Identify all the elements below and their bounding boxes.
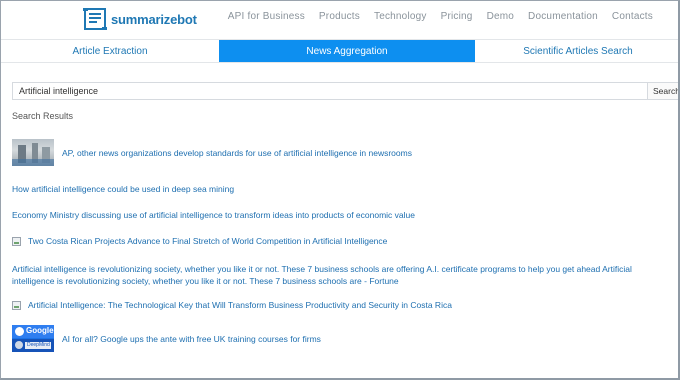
search-button[interactable]: Search [647, 82, 678, 100]
broken-image-icon [12, 236, 21, 246]
nav-pricing[interactable]: Pricing [441, 11, 473, 22]
brand-name: summarizebot [111, 11, 197, 27]
broken-image-icon [12, 300, 21, 310]
tab-article-extraction[interactable]: Article Extraction [1, 40, 219, 62]
result-item: How artificial intelligence could be use… [12, 183, 234, 195]
site-header: summarizebot API for Business Products T… [1, 1, 678, 39]
search-results-heading: Search Results [12, 111, 74, 121]
search-input[interactable] [12, 82, 648, 100]
nav-documentation[interactable]: Documentation [528, 11, 598, 22]
result-link[interactable]: Economy Ministry discussing use of artif… [12, 209, 415, 221]
main-nav: API for Business Products Technology Pri… [214, 11, 653, 22]
result-item: AP, other news organizations develop sta… [12, 139, 412, 166]
nav-contacts[interactable]: Contacts [612, 11, 653, 22]
nav-technology[interactable]: Technology [374, 11, 427, 22]
result-item: Two Costa Rican Projects Advance to Fina… [12, 235, 387, 247]
thumb-deepmind-text: DeepMind [25, 342, 51, 349]
tab-news-aggregation[interactable]: News Aggregation [219, 40, 475, 62]
google-deepmind-icon[interactable]: Google DeepMind [12, 325, 54, 352]
result-link[interactable]: AI for all? Google ups the ante with fre… [62, 333, 321, 345]
nav-api-for-business[interactable]: API for Business [228, 11, 305, 22]
result-item: Economy Ministry discussing use of artif… [12, 209, 415, 221]
demo-tabs: Article Extraction News Aggregation Scie… [1, 39, 678, 63]
result-item: Artificial Intelligence: The Technologic… [12, 299, 452, 311]
result-link[interactable]: How artificial intelligence could be use… [12, 183, 234, 195]
summarizebot-logo-icon [83, 8, 107, 30]
tab-scientific-articles-search[interactable]: Scientific Articles Search [475, 40, 678, 62]
result-link[interactable]: AP, other news organizations develop sta… [62, 147, 412, 159]
nav-products[interactable]: Products [319, 11, 360, 22]
result-link[interactable]: Artificial intelligence is revolutionizi… [12, 263, 672, 287]
result-item: Artificial intelligence is revolutionizi… [12, 263, 672, 287]
thumb-google-text: Google [26, 326, 54, 335]
page-frame: summarizebot API for Business Products T… [0, 0, 680, 380]
newsroom-photo-icon[interactable] [12, 139, 54, 166]
result-item: Google DeepMind AI for all? Google ups t… [12, 325, 321, 352]
nav-demo[interactable]: Demo [487, 11, 514, 22]
result-link[interactable]: Two Costa Rican Projects Advance to Fina… [28, 235, 387, 247]
result-link[interactable]: Artificial Intelligence: The Technologic… [28, 299, 452, 311]
logo[interactable]: summarizebot [83, 7, 197, 31]
